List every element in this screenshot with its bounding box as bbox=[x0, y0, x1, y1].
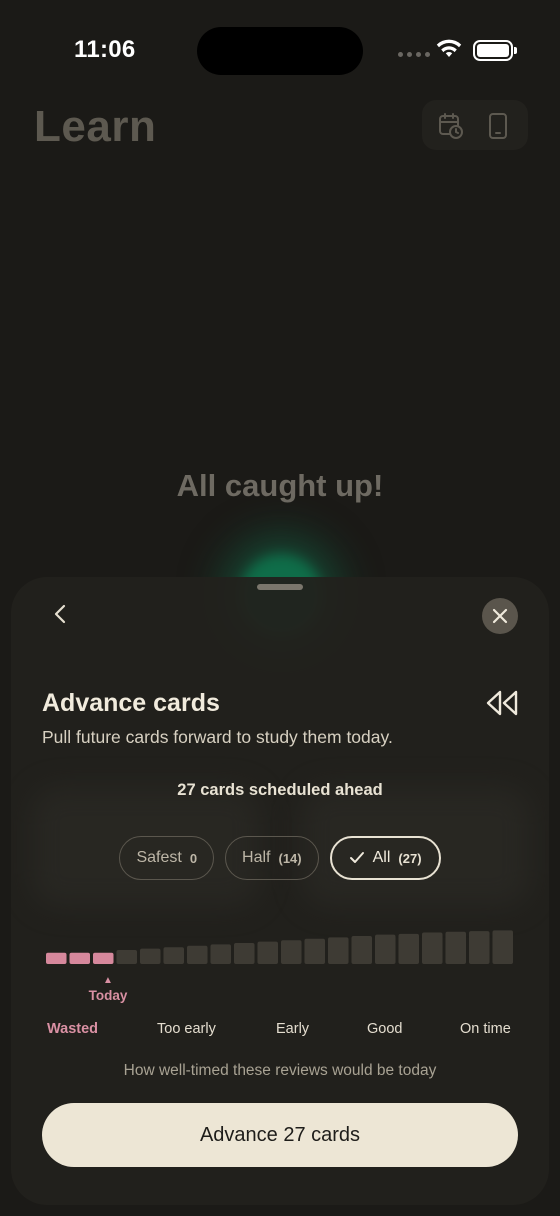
timeline-bar bbox=[375, 934, 396, 964]
timing-hint: How well-timed these reviews would be to… bbox=[123, 1062, 437, 1079]
scale-good: Good bbox=[367, 1021, 403, 1037]
timeline-bar bbox=[140, 948, 161, 964]
timeline-bar bbox=[281, 940, 302, 964]
timeline-bar bbox=[469, 931, 490, 964]
timeline-bar-wasted bbox=[69, 952, 90, 964]
timeline-bar bbox=[257, 941, 278, 964]
today-label: Today bbox=[88, 988, 128, 1003]
timeline-bar-wasted bbox=[46, 952, 67, 964]
header-actions bbox=[422, 100, 528, 150]
timing-scale: Wasted Too early Early Good On time bbox=[33, 1021, 527, 1041]
battery-icon bbox=[473, 40, 517, 61]
timeline-bar bbox=[445, 931, 466, 964]
timeline-bar bbox=[234, 943, 255, 964]
timeline-bar bbox=[492, 930, 513, 964]
timeline-bar bbox=[187, 945, 208, 964]
scale-on-time: On time bbox=[460, 1021, 511, 1037]
today-arrow-icon: ▲ bbox=[103, 975, 113, 986]
screen: 11:06 Learn All caught up! Advance cards… bbox=[0, 0, 560, 1216]
timeline-bar bbox=[351, 936, 372, 964]
calendar-clock-icon[interactable] bbox=[438, 112, 464, 140]
timeline-bar-wasted bbox=[93, 952, 114, 964]
empty-state-message: All caught up! bbox=[176, 468, 384, 503]
phone-icon[interactable] bbox=[488, 112, 508, 140]
timeline-bar bbox=[116, 950, 137, 964]
today-marker: ▲ Today bbox=[83, 975, 133, 1004]
wifi-icon bbox=[436, 39, 462, 57]
timeline-bar bbox=[328, 937, 349, 964]
page-title: Learn bbox=[34, 102, 157, 151]
status-time: 11:06 bbox=[74, 36, 136, 63]
scale-wasted: Wasted bbox=[47, 1021, 99, 1037]
advance-cards-button[interactable]: Advance 27 cards bbox=[42, 1103, 518, 1167]
timeline-bar bbox=[163, 947, 184, 964]
cellular-signal-icon bbox=[398, 52, 430, 57]
timeline-bar bbox=[398, 933, 419, 964]
scale-early: Early bbox=[276, 1021, 310, 1037]
dynamic-island bbox=[197, 27, 363, 75]
timeline-bar bbox=[304, 938, 325, 964]
timeline-bar bbox=[422, 932, 443, 964]
scale-too-early: Too early bbox=[157, 1021, 216, 1037]
advance-cards-sheet: Advance cards Pull future cards forward … bbox=[11, 577, 549, 1205]
timeline-bar bbox=[210, 944, 231, 964]
timing-bars bbox=[46, 930, 513, 964]
